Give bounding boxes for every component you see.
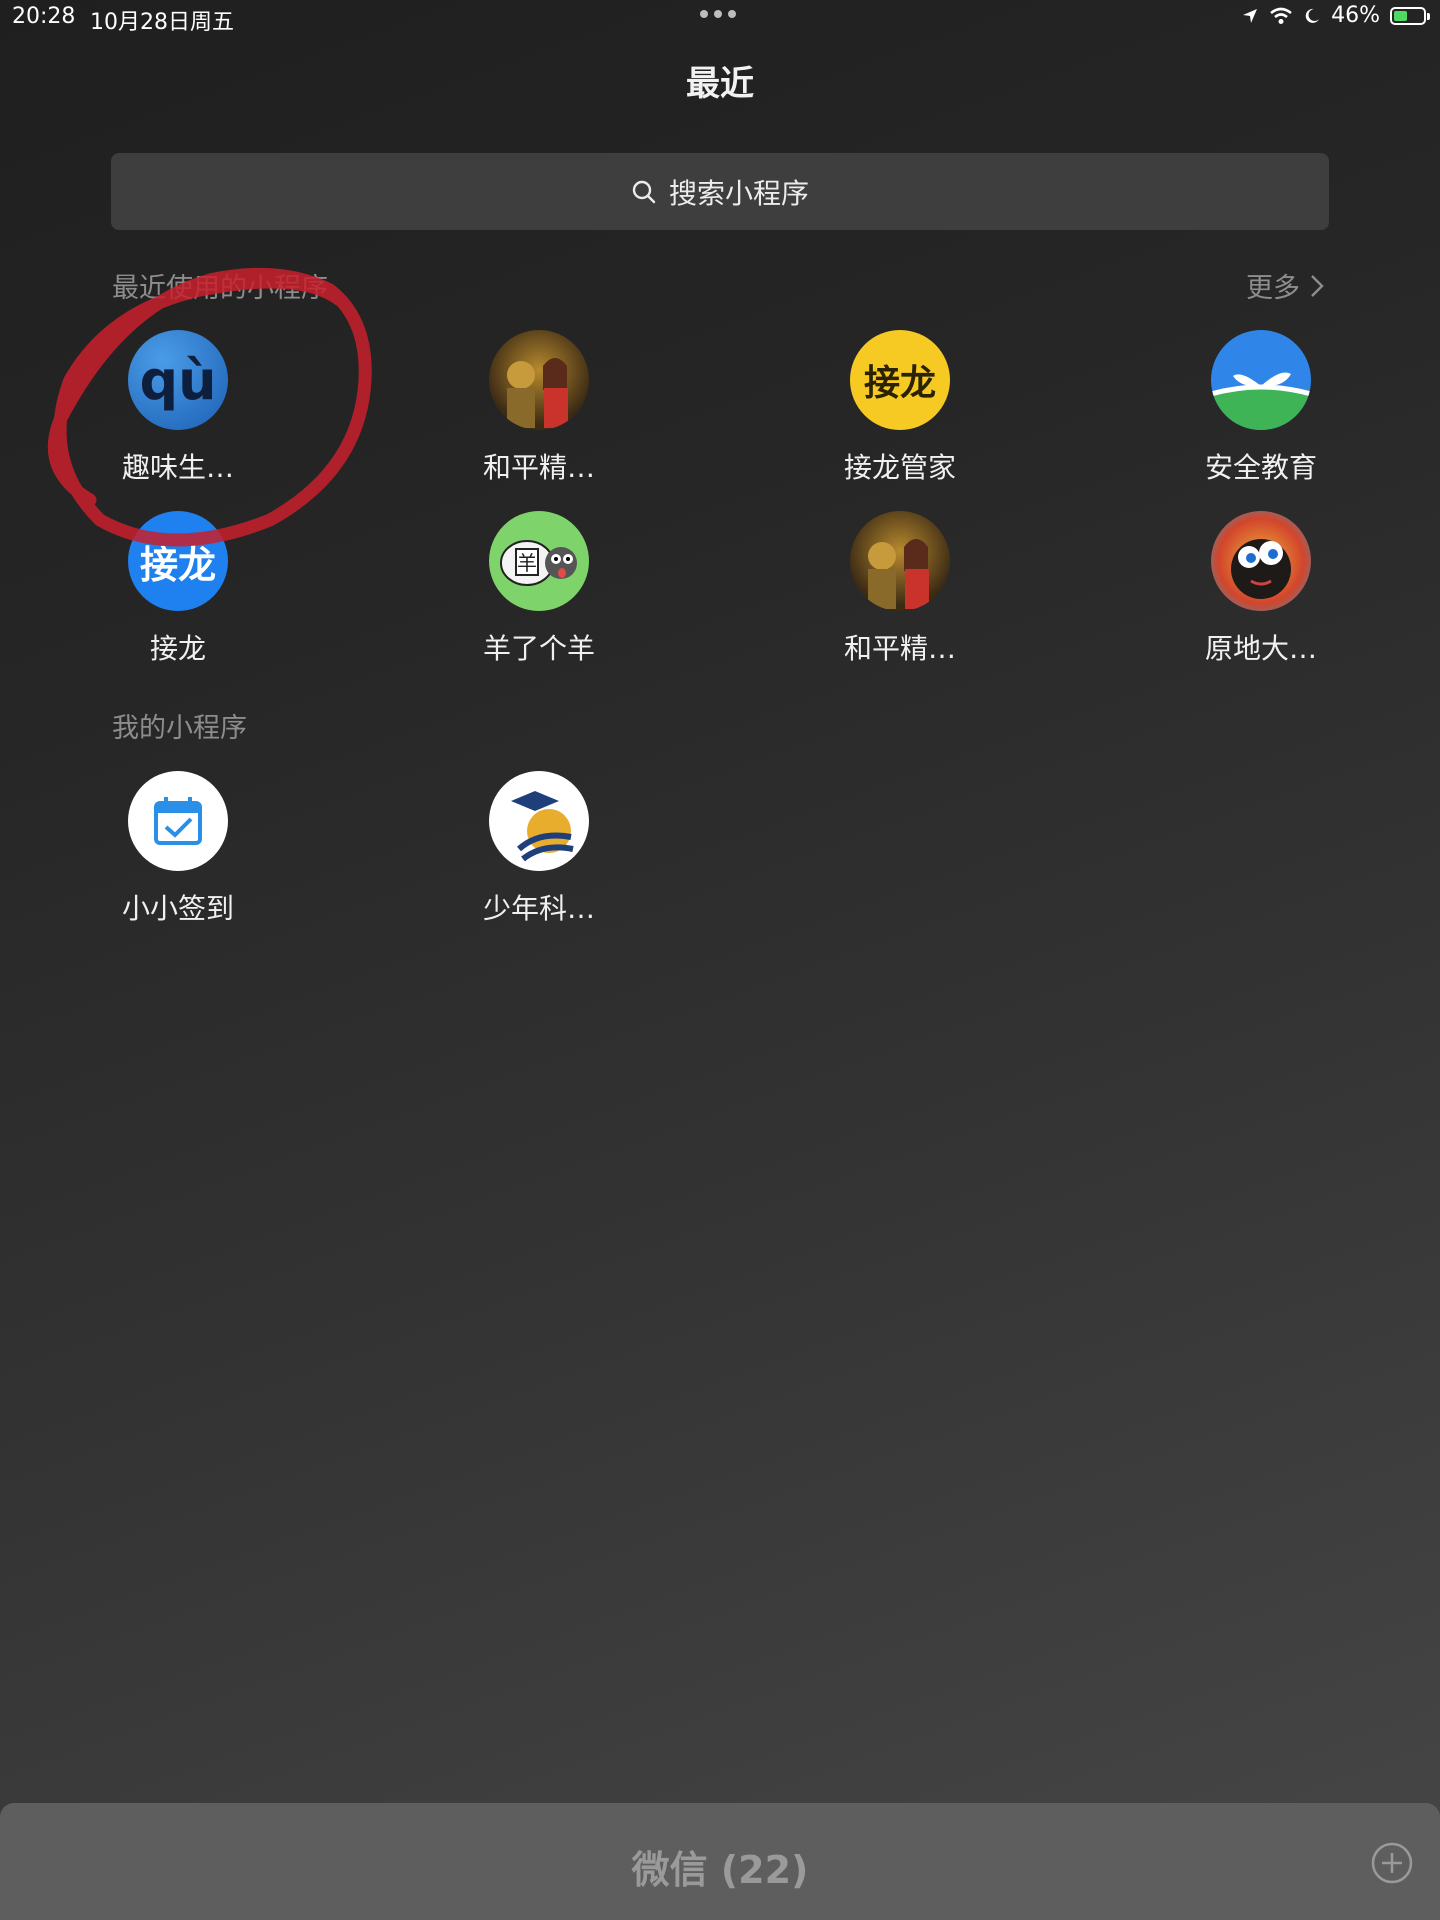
game-character-icon	[850, 511, 950, 611]
app-label: 小小签到	[121, 892, 234, 925]
app-item-jielong[interactable]: 接龙 接龙	[68, 511, 288, 667]
calendar-check-icon	[128, 771, 228, 871]
location-icon	[1243, 8, 1258, 23]
plus-circle-icon[interactable]	[1370, 1841, 1414, 1885]
wechat-bottom-bar[interactable]: 微信 (22)	[0, 1803, 1440, 1920]
search-placeholder: 搜索小程序	[668, 176, 809, 210]
multitasking-dots-icon[interactable]	[700, 10, 736, 18]
app-item-heping-2[interactable]: 和平精…	[790, 511, 1010, 667]
svg-text:羊: 羊	[517, 551, 537, 575]
app-label: 少年科…	[482, 892, 595, 925]
app-item-checkin[interactable]: 小小签到	[68, 771, 288, 927]
game-character-icon	[489, 330, 589, 430]
qu-icon: qù	[128, 330, 228, 430]
wifi-icon	[1270, 7, 1292, 24]
status-time: 20:28	[12, 4, 76, 29]
app-item-heping-1[interactable]: 和平精…	[429, 330, 649, 486]
app-item-sheep[interactable]: 羊 羊了个羊	[429, 511, 649, 667]
my-section-title: 我的小程序	[112, 713, 247, 744]
app-label: 趣味生…	[121, 451, 234, 484]
app-label: 接龙	[149, 632, 206, 665]
status-indicators: 46%	[1241, 3, 1430, 28]
app-label: 接龙管家	[843, 451, 956, 484]
app-item-anquan[interactable]: 安全教育	[1151, 330, 1371, 486]
graduation-cap-icon	[489, 771, 589, 871]
more-label: 更多	[1246, 273, 1300, 304]
app-item-qu[interactable]: qù 趣味生…	[68, 330, 288, 486]
recent-section-title: 最近使用的小程序	[112, 273, 328, 304]
moon-icon	[1305, 8, 1320, 23]
search-input[interactable]: 搜索小程序	[111, 153, 1329, 230]
app-label: 和平精…	[482, 451, 595, 484]
sprout-icon	[1211, 330, 1311, 430]
status-date: 10月28日周五	[90, 10, 234, 35]
jielong-guanjia-icon: 接龙	[850, 330, 950, 430]
app-item-yuandi[interactable]: 原地大…	[1151, 511, 1371, 667]
app-item-jielong-guanjia[interactable]: 接龙 接龙管家	[790, 330, 1010, 486]
battery-percent: 46%	[1331, 3, 1380, 28]
wechat-title: 微信 (22)	[631, 1848, 809, 1892]
app-item-science[interactable]: 少年科…	[429, 771, 649, 927]
sheep-icon: 羊	[489, 511, 589, 611]
status-bar: 20:28 10月28日周五 46%	[0, 0, 1440, 36]
app-label: 安全教育	[1204, 451, 1317, 484]
bomb-character-icon	[1211, 511, 1311, 611]
app-label: 原地大…	[1204, 632, 1317, 665]
page-title: 最近	[686, 64, 754, 104]
jielong-icon: 接龙	[128, 511, 228, 611]
battery-icon	[1390, 6, 1430, 25]
app-label: 羊了个羊	[482, 632, 595, 665]
app-label: 和平精…	[843, 632, 956, 665]
chevron-right-icon	[1311, 274, 1324, 297]
search-icon	[632, 180, 656, 203]
more-link[interactable]: 更多	[1246, 266, 1324, 305]
